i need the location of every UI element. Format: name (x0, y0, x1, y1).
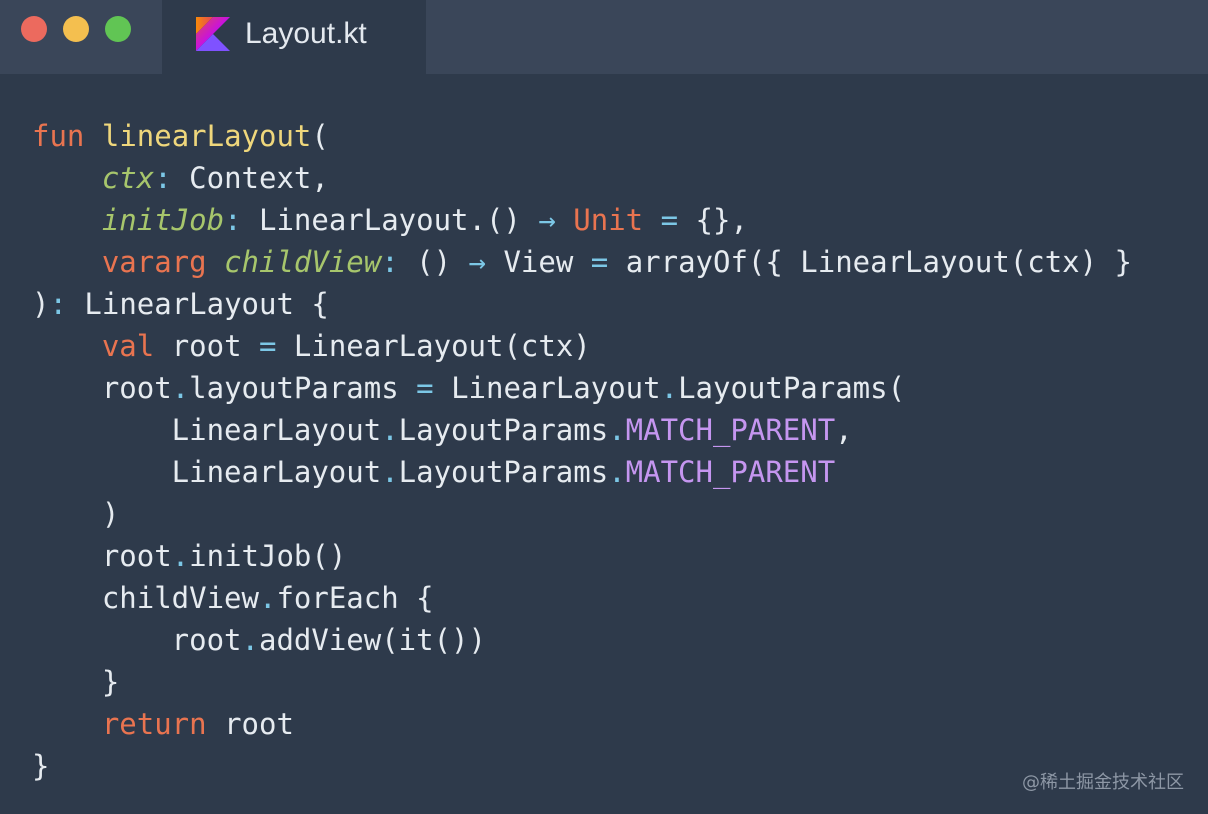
code-token: , (835, 413, 853, 447)
code-token-const: MATCH_PARENT (625, 455, 836, 489)
code-token: LinearLayout (433, 371, 661, 405)
code-line: } (32, 745, 1132, 787)
code-token-kw: fun (32, 119, 85, 153)
code-token-param: childView (224, 245, 382, 279)
code-token-op: . (171, 371, 190, 405)
code-token: LinearLayout(ctx) (276, 329, 591, 363)
code-token-op: . (171, 539, 190, 573)
editor-window: Layout.kt fun linearLayout( ctx: Context… (0, 0, 1208, 814)
code-line: initJob: LinearLayout.() → Unit = {}, (32, 199, 1132, 241)
code-token: root (32, 539, 172, 573)
code-token-op: . (241, 623, 259, 657)
code-token: View (486, 245, 591, 279)
code-token-op: : (49, 287, 67, 321)
code-token-op: = (416, 371, 434, 405)
code-token-op: = (660, 203, 679, 237)
code-token-op: . (381, 413, 399, 447)
code-token-op: . (608, 413, 626, 447)
code-line: root.addView(it()) (32, 619, 1132, 661)
code-token: LinearLayout (32, 455, 382, 489)
code-token-param: initJob (101, 203, 225, 237)
code-token: LayoutParams( (678, 371, 906, 405)
code-token: arrayOf({ LinearLayout(ctx) } (608, 245, 1133, 279)
code-token-op: → (468, 245, 486, 279)
title-bar-right (426, 0, 1208, 74)
code-line: root.initJob() (32, 535, 1132, 577)
watermark: @稀土掘金技术社区 (1022, 772, 1184, 793)
code-token: root (206, 707, 294, 741)
code-line: fun linearLayout( (32, 115, 1132, 157)
code-token-op: = (590, 245, 609, 279)
code-token-op: . (608, 455, 626, 489)
code-token: ) (32, 497, 120, 531)
code-line: LinearLayout.LayoutParams.MATCH_PARENT, (32, 409, 1132, 451)
code-token-op: : (381, 245, 399, 279)
code-token-kw: Unit (573, 203, 644, 237)
code-line: } (32, 661, 1132, 703)
code-line: childView.forEach { (32, 577, 1132, 619)
code-token-kw: return (101, 707, 207, 741)
code-token: } (32, 665, 120, 699)
kotlin-icon (196, 17, 230, 51)
code-token-fn: linearLayout (101, 119, 312, 153)
code-token-kw: vararg (101, 245, 207, 279)
code-token-kw: val (101, 329, 155, 363)
title-bar: Layout.kt (0, 0, 1208, 74)
code-token-op: = (259, 329, 277, 363)
code-line: ): LinearLayout { (32, 283, 1132, 325)
code-token: ) (32, 287, 50, 321)
code-token: LinearLayout { (66, 287, 329, 321)
code-token: root (32, 371, 172, 405)
tab-layout-kt[interactable]: Layout.kt (162, 0, 426, 74)
code-token-op: . (381, 455, 399, 489)
code-token-op: : (154, 161, 172, 195)
code-token-op: . (660, 371, 679, 405)
code-line: return root (32, 703, 1132, 745)
code-token: root (32, 623, 242, 657)
code-token: root (154, 329, 259, 363)
code-editor[interactable]: fun linearLayout( ctx: Context, initJob:… (32, 115, 1132, 787)
code-line: LinearLayout.LayoutParams.MATCH_PARENT (32, 451, 1132, 493)
code-token: {}, (678, 203, 748, 237)
code-token: LinearLayout.() (241, 203, 539, 237)
code-token: } (32, 749, 50, 783)
minimize-icon[interactable] (63, 16, 89, 42)
code-token: layoutParams (189, 371, 417, 405)
code-token: childView (32, 581, 259, 615)
code-token-op: : (224, 203, 242, 237)
code-line: vararg childView: () → View = arrayOf({ … (32, 241, 1132, 283)
code-token: addView(it()) (258, 623, 486, 657)
code-token: () (398, 245, 469, 279)
code-token-op: . (258, 581, 277, 615)
code-token: ( (311, 119, 329, 153)
code-token: LinearLayout (32, 413, 382, 447)
code-token: initJob() (189, 539, 347, 573)
code-token: LayoutParams (398, 413, 609, 447)
code-token-op: → (538, 203, 556, 237)
code-token: LayoutParams (398, 455, 609, 489)
code-token: Context, (171, 161, 329, 195)
code-token: forEach { (276, 581, 434, 615)
close-icon[interactable] (21, 16, 47, 42)
code-token-param: ctx (101, 161, 155, 195)
maximize-icon[interactable] (105, 16, 131, 42)
tab-title: Layout.kt (245, 17, 367, 50)
code-token-const: MATCH_PARENT (625, 413, 836, 447)
code-line: val root = LinearLayout(ctx) (32, 325, 1132, 367)
code-line: root.layoutParams = LinearLayout.LayoutP… (32, 367, 1132, 409)
code-line: ) (32, 493, 1132, 535)
code-line: ctx: Context, (32, 157, 1132, 199)
